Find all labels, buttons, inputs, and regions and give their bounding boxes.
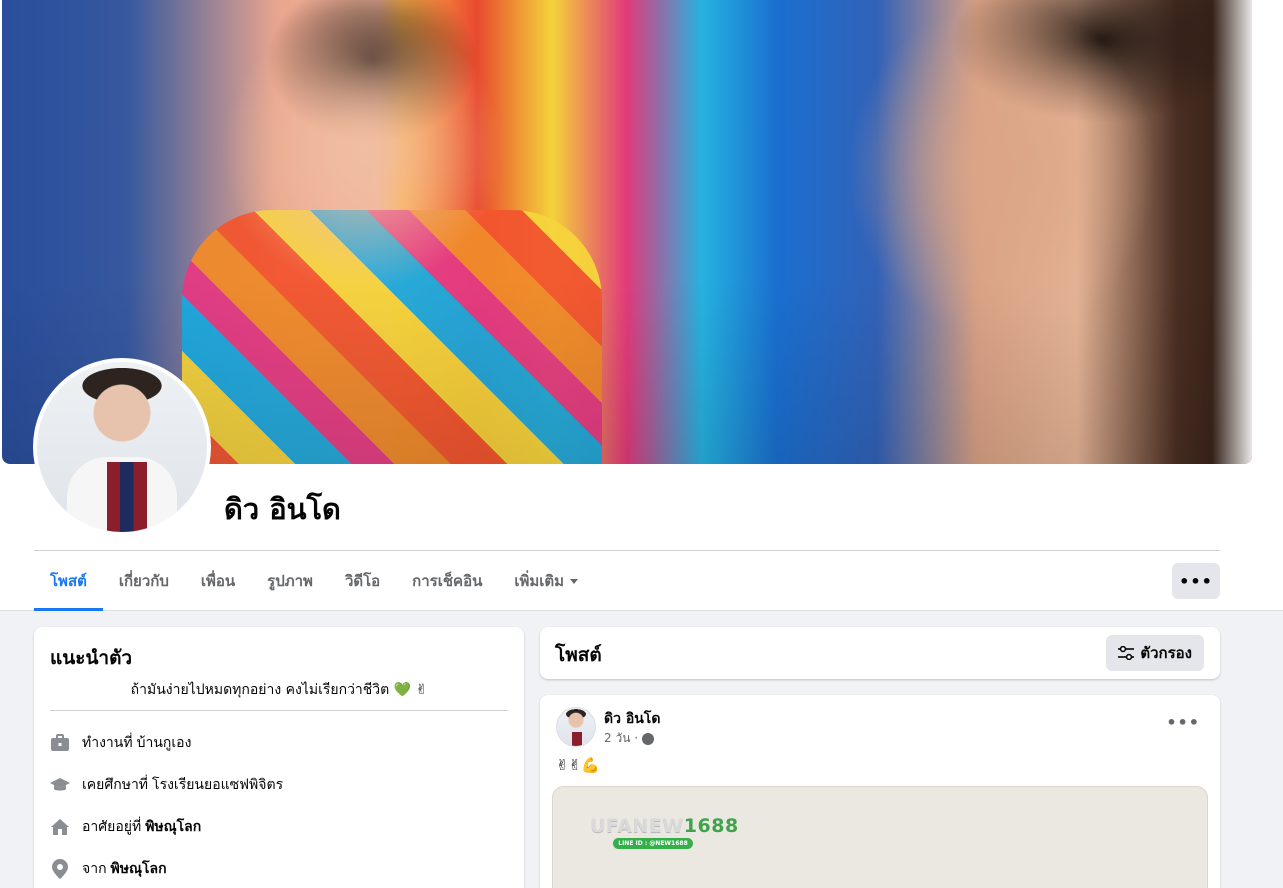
green-heart-emoji: 💚 <box>393 682 412 698</box>
intro-lives-prefix: อาศัยอยู่ที่ <box>82 819 142 835</box>
media-brand-logo: UFANEW1688 <box>590 815 739 837</box>
profile-more-button[interactable]: ••• <box>1172 563 1220 599</box>
tab-more[interactable]: เพิ่มเติม <box>498 551 594 611</box>
cover-photo-edge <box>1212 0 1252 464</box>
post-avatar-stripe <box>572 732 582 746</box>
profile-tabs: โพสต์ เกี่ยวกับ เพื่อน รูปภาพ วิดีโอ การ… <box>34 551 594 611</box>
posts-title: โพสต์ <box>555 644 602 666</box>
intro-education-prefix: เคยศึกษาที่ <box>82 777 149 793</box>
tab-about[interactable]: เกี่ยวกับ <box>103 551 185 611</box>
graduation-cap-icon <box>50 775 70 795</box>
briefcase-icon <box>50 733 70 753</box>
intro-education: เคยศึกษาที่ โรงเรียนยอแซฟพิจิตร <box>50 773 283 797</box>
intro-divider <box>50 710 508 711</box>
post-author-name[interactable]: ดิว อินโด <box>604 708 660 730</box>
tab-label: การเช็คอิน <box>412 572 483 590</box>
posts-header-card: โพสต์ ตัวกรอง <box>540 627 1220 679</box>
post-more-button[interactable]: ••• <box>1166 713 1200 732</box>
profile-picture-image <box>37 362 207 532</box>
tab-label: เพิ่มเติม <box>514 572 565 590</box>
tab-label: โพสต์ <box>50 572 87 590</box>
intro-work-value[interactable]: บ้านกูเอง <box>137 732 192 754</box>
intro-work-prefix: ทำงานที่ <box>82 735 133 751</box>
post-timestamp[interactable]: 2 วัน · <box>604 729 638 748</box>
profile-picture[interactable] <box>33 358 211 536</box>
location-pin-icon <box>50 859 70 879</box>
intro-from-prefix: จาก <box>82 861 107 877</box>
post-media[interactable]: UFANEW1688 LINE ID : @NEW1688 <box>552 786 1208 888</box>
tab-friends[interactable]: เพื่อน <box>185 551 251 611</box>
intro-education-value[interactable]: โรงเรียนยอแซฟพิจิตร <box>152 774 283 796</box>
post-meta: 2 วัน · <box>604 729 655 748</box>
intro-lives: อาศัยอยู่ที่ พิษณุโลก <box>50 815 201 839</box>
filter-button[interactable]: ตัวกรอง <box>1106 635 1204 671</box>
avatar-shirt-stripe <box>107 462 147 532</box>
tab-label: รูปภาพ <box>267 572 313 590</box>
tab-label: เพื่อน <box>200 572 236 590</box>
intro-from-value[interactable]: พิษณุโลก <box>111 858 167 880</box>
intro-title: แนะนำตัว <box>50 647 133 669</box>
home-icon <box>50 817 70 837</box>
post-author-avatar[interactable] <box>556 707 596 747</box>
tab-label: วิดีโอ <box>344 572 381 590</box>
filter-button-label: ตัวกรอง <box>1140 644 1192 662</box>
tab-checkins[interactable]: การเช็คอิน <box>396 551 498 611</box>
post-text: ✌✌💪 <box>556 756 600 774</box>
media-brand-text-1: UFANEW <box>590 815 684 837</box>
intro-bio: ถ้ามันง่ายไปหมดทุกอย่าง คงไม่เรียกว่าชีว… <box>34 679 524 701</box>
tab-photos[interactable]: รูปภาพ <box>251 551 329 611</box>
globe-icon[interactable] <box>642 732 655 745</box>
filter-sliders-icon <box>1118 646 1135 660</box>
tab-posts[interactable]: โพสต์ <box>34 551 103 611</box>
intro-bio-text: ถ้ามันง่ายไปหมดทุกอย่าง คงไม่เรียกว่าชีว… <box>130 682 390 698</box>
post-card: ดิว อินโด 2 วัน · ••• ✌✌💪 UFANEW1688 LIN… <box>540 695 1220 888</box>
caret-down-icon <box>570 578 579 584</box>
media-brand-text-2: 1688 <box>683 815 739 837</box>
intro-card: แนะนำตัว ถ้ามันง่ายไปหมดทุกอย่าง คงไม่เร… <box>34 627 524 888</box>
intro-work: ทำงานที่ บ้านกูเอง <box>50 731 191 755</box>
tab-videos[interactable]: วิดีโอ <box>329 551 396 611</box>
victory-hand-emoji: ✌ <box>415 682 428 698</box>
media-line-badge: LINE ID : @NEW1688 <box>613 838 693 849</box>
tab-label: เกี่ยวกับ <box>118 572 169 590</box>
profile-name: ดิว อินโด <box>224 492 341 526</box>
intro-from: จาก พิษณุโลก <box>50 857 167 881</box>
intro-lives-value[interactable]: พิษณุโลก <box>145 816 201 838</box>
